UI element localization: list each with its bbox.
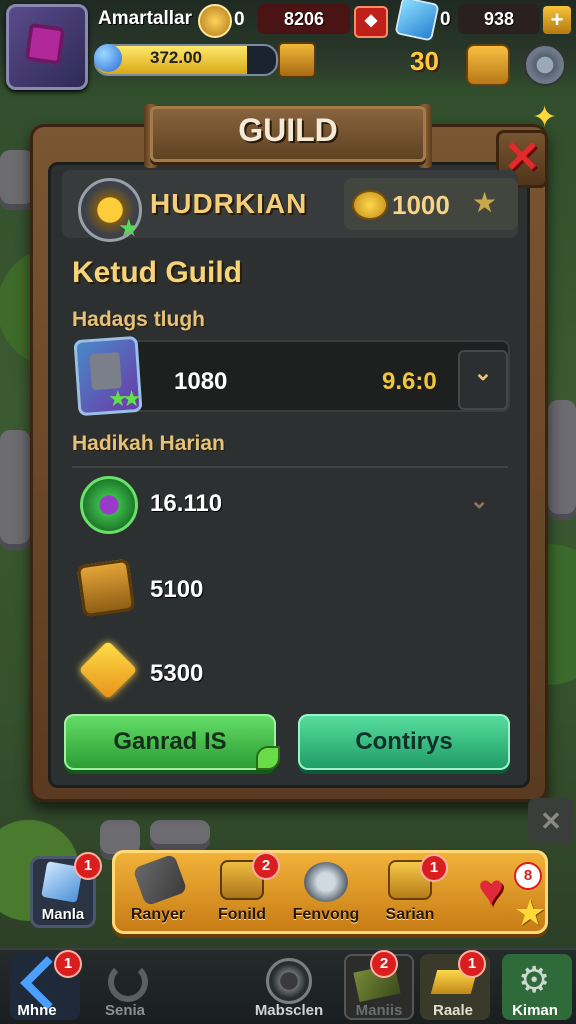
section-title: Ketud Guild xyxy=(72,256,242,289)
background-stone xyxy=(150,820,210,850)
leaf-icon xyxy=(256,746,280,770)
rewards-label: Hadikah Harian xyxy=(72,432,225,455)
refresh-icon xyxy=(108,962,148,1002)
heart-icon[interactable]: ♥ xyxy=(478,866,504,916)
gold-secondary: 30 xyxy=(410,46,439,76)
tray-label: Ranyer xyxy=(130,906,186,923)
settings-gear-icon[interactable] xyxy=(524,44,566,86)
daily-chest-icon[interactable] xyxy=(278,42,316,78)
background-stone xyxy=(0,430,30,550)
notification-badge: 2 xyxy=(370,950,398,978)
xp-orb-icon xyxy=(94,44,122,72)
gem-count: 0 xyxy=(440,9,451,30)
shop-ruby-button[interactable]: ◆ xyxy=(354,6,388,38)
member-score: 9.6:0 xyxy=(382,368,437,395)
tray-label: Fonild xyxy=(218,906,266,923)
nav-label: Kiman xyxy=(512,1002,558,1019)
chevron-down-icon: ⌄ xyxy=(473,360,493,385)
mania-label: Manla xyxy=(41,906,85,923)
level-badge: 0 xyxy=(234,9,245,30)
add-gems-button[interactable]: + xyxy=(543,6,571,34)
portal-icon xyxy=(266,958,312,1004)
chevron-down-icon[interactable]: ⌄ xyxy=(470,488,488,514)
reward-value: 5300 xyxy=(150,660,204,687)
heart-badge: 8 xyxy=(514,862,542,890)
notification-badge: 1 xyxy=(54,950,82,978)
member-label: Hadags tlugh xyxy=(72,308,206,331)
reward-value: 5100 xyxy=(150,576,204,603)
coin-stack-icon xyxy=(352,190,388,220)
background-stone xyxy=(0,150,34,210)
primary-action-button[interactable]: Ganrad IS xyxy=(64,714,276,770)
gold-sack-icon[interactable] xyxy=(466,44,510,86)
nav-label: Senia xyxy=(104,1002,146,1019)
level-coin-icon xyxy=(198,4,232,38)
green-star-icon: ★ xyxy=(118,215,140,242)
gold-star-icon: ★ xyxy=(514,892,547,933)
reward-value: 16.110 xyxy=(150,490,223,517)
nav-label: Mabsclen xyxy=(254,1002,324,1019)
treasure-chest-icon xyxy=(76,558,136,618)
notification-badge: 1 xyxy=(420,854,448,882)
player-name: Amartallar xyxy=(98,8,192,29)
knight-helmet-icon xyxy=(89,352,122,391)
guild-name: HUDRKIAN xyxy=(150,188,308,219)
wrench-icon[interactable]: ✕ xyxy=(528,798,574,844)
continue-button[interactable]: Contirys xyxy=(298,714,510,770)
notification-badge: 1 xyxy=(458,950,486,978)
member-value: 1080 xyxy=(174,368,228,395)
tray-label: Fenvong xyxy=(292,906,360,923)
guild-coins: 1000 xyxy=(392,190,450,220)
blue-gem-icon xyxy=(396,0,438,40)
player-avatar[interactable] xyxy=(6,4,88,90)
gem-total: 938 xyxy=(458,4,540,34)
nav-label: Raale xyxy=(432,1002,474,1019)
background-stone xyxy=(548,400,576,520)
avatar-portrait-icon xyxy=(24,22,66,66)
divider xyxy=(72,466,508,468)
xp-text: 372.00 xyxy=(150,48,202,67)
star-icon: ★ xyxy=(472,187,498,218)
notification-badge: 1 xyxy=(74,852,102,880)
member-stars-icon: ★★ xyxy=(108,386,142,411)
member-dropdown-button[interactable]: ⌄ xyxy=(458,350,508,410)
emerald-orb-icon xyxy=(80,476,138,534)
nav-label: Mhne xyxy=(17,1002,57,1019)
helmet-icon[interactable] xyxy=(304,862,348,902)
gear-icon: ⚙ xyxy=(518,959,551,1000)
tray-label: Sarian xyxy=(385,906,435,923)
gold-counter: 8206 xyxy=(258,4,350,34)
notification-badge: 2 xyxy=(252,852,280,880)
panel-title: GUILD xyxy=(238,112,338,148)
